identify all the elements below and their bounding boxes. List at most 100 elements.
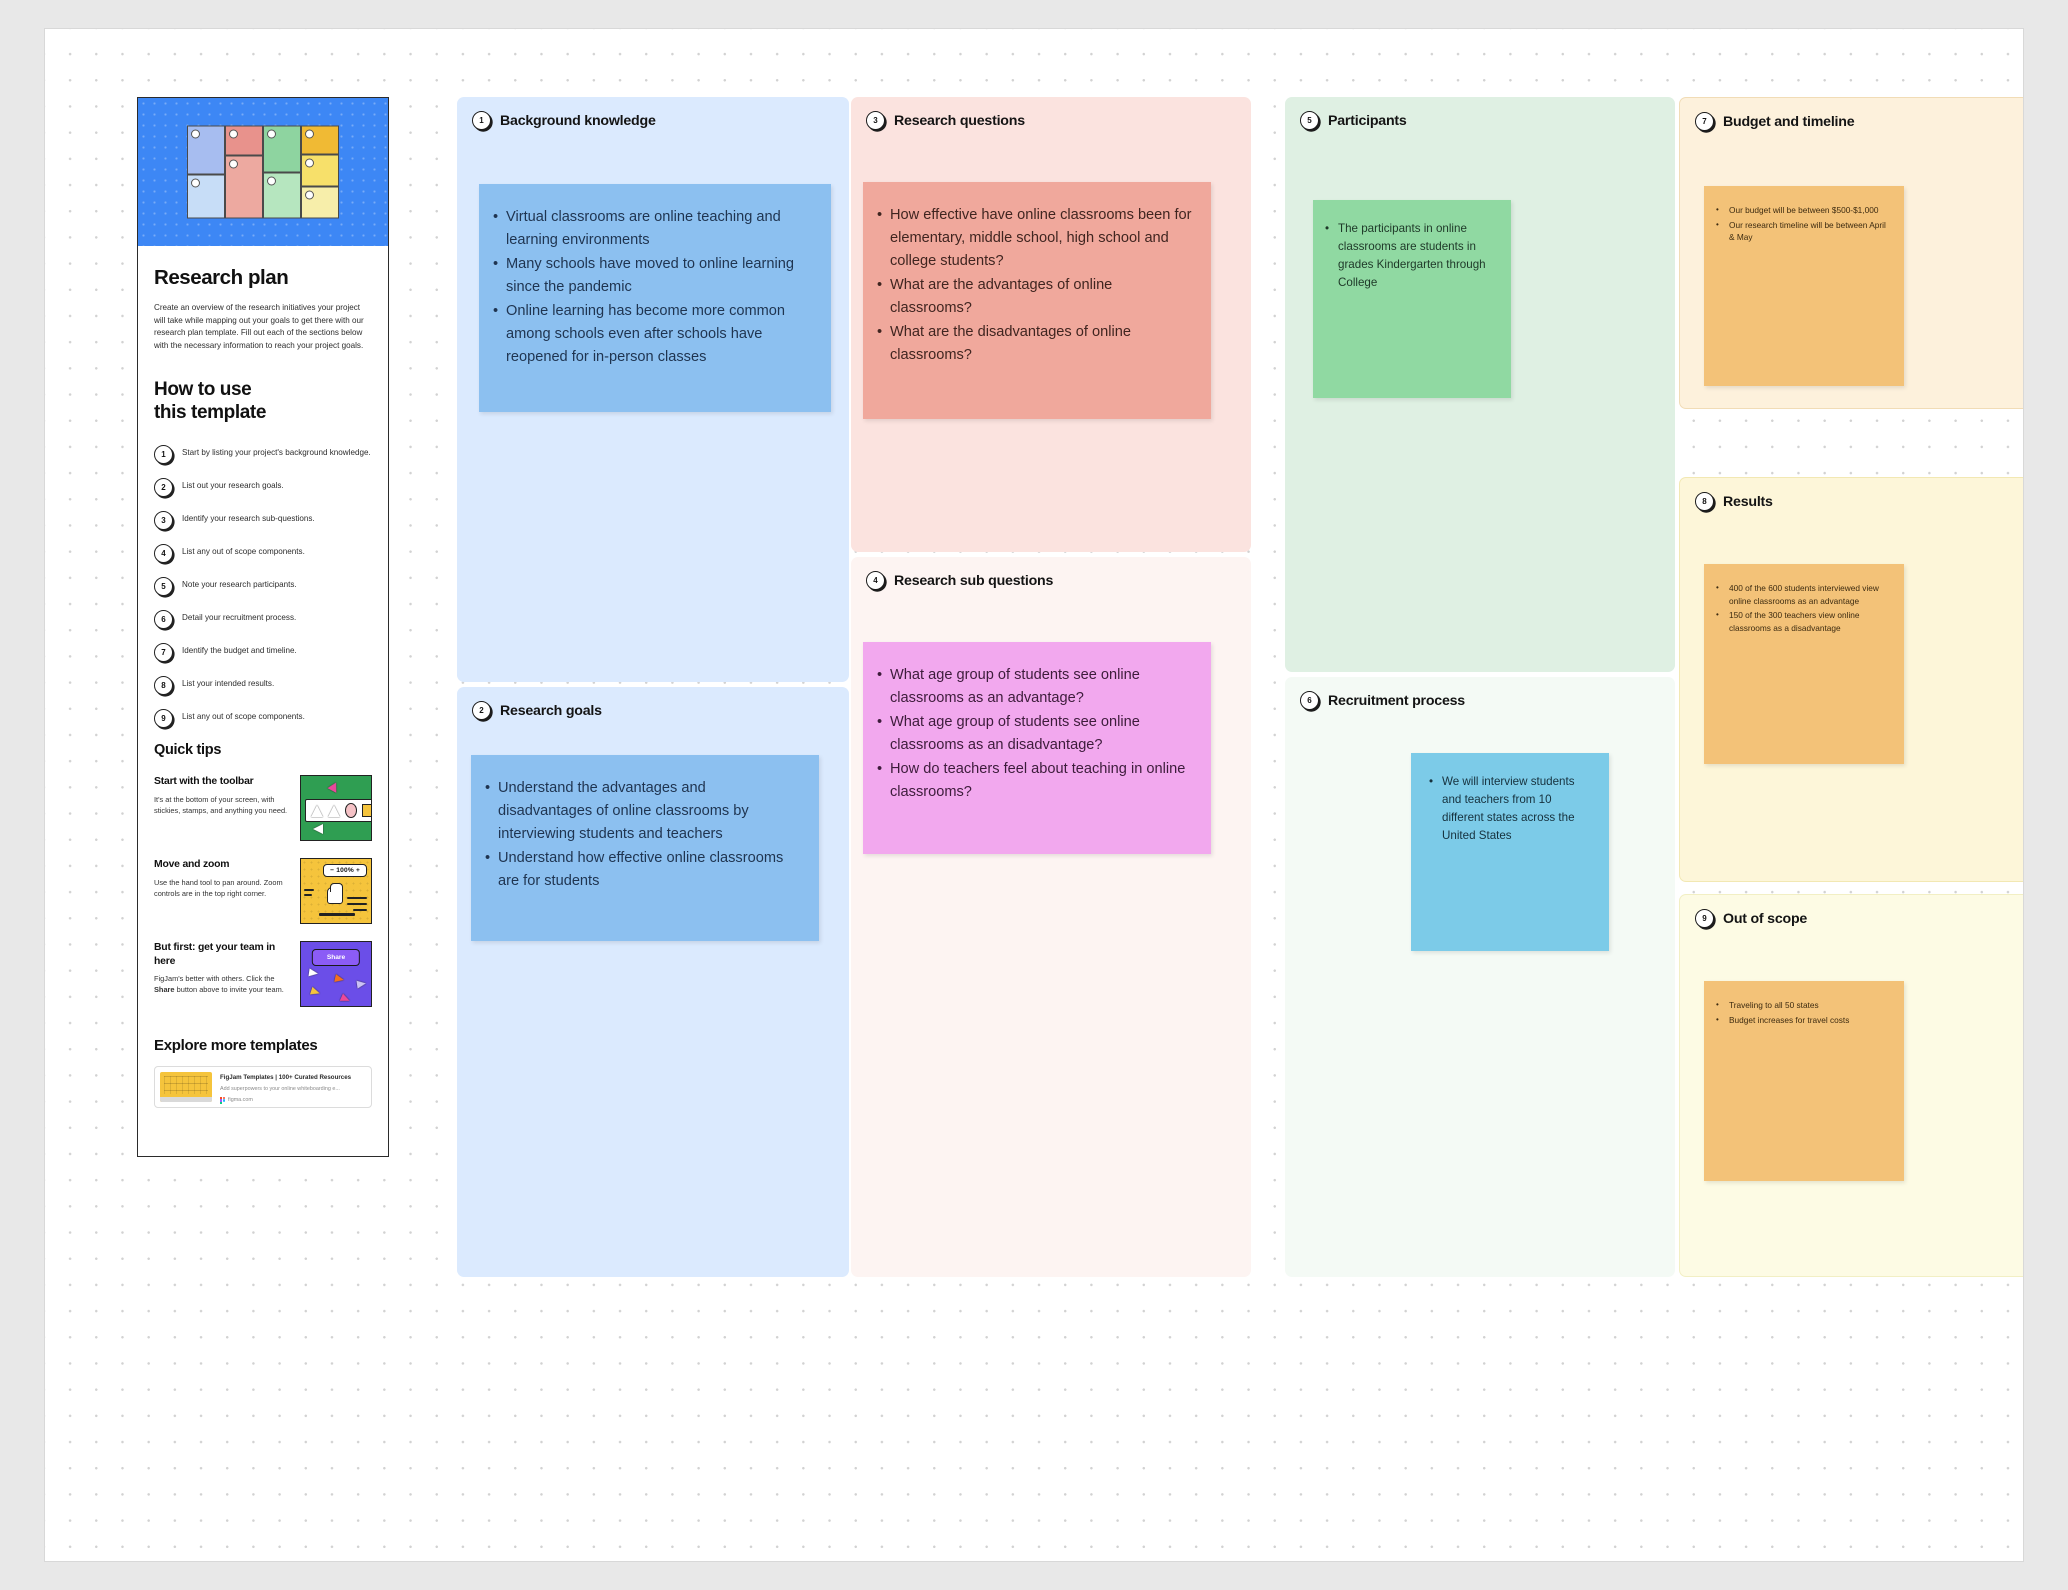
step-label: Identify the budget and timeline. [182,646,297,656]
hero-board-thumbnail [187,125,339,219]
section-research-sub-questions[interactable]: 4 Research sub questions What age group … [851,557,1251,1277]
step-number-badge: 1 [154,445,173,465]
step-item: 5 Note your research participants. [154,576,372,597]
section-research-questions[interactable]: 3 Research questions How effective have … [851,97,1251,552]
note-bullet: How effective have online classrooms bee… [875,204,1195,273]
step-number-badge: 5 [154,577,173,597]
pen-tool-icon [311,804,323,817]
how-to-heading: How to use this template [154,378,372,424]
quick-tip-share: But first: get your team in here FigJam'… [154,941,372,1008]
section-title: Recruitment process [1328,692,1465,709]
section-research-goals[interactable]: 2 Research goals Understand the advantag… [457,687,849,1277]
note-bullet: What age group of students see online cl… [875,664,1195,710]
sticky-note-research-sub-questions[interactable]: What age group of students see online cl… [863,642,1211,854]
cursor-yellow-icon [309,987,322,998]
cursor-white-icon [308,968,319,979]
quick-tip-zoom: Move and zoom Use the hand tool to pan a… [154,858,372,925]
note-bullet: Many schools have moved to online learni… [491,253,811,299]
section-header: 2 Research goals [457,687,849,720]
quick-tips-heading: Quick tips [154,742,222,759]
white-cursor-icon [313,824,323,835]
tip-description: FigJam's better with others. Click the S… [154,973,290,995]
step-item: 2 List out your research goals. [154,477,372,498]
how-to-heading-line1: How to use [154,379,252,401]
how-to-steps-list: 1 Start by listing your project's backgr… [154,444,372,729]
tip-desc-bold: Share [154,985,175,995]
note-bullet: 150 of the 300 teachers view online clas… [1714,609,1890,634]
note-bullet: How do teachers feel about teaching in o… [875,758,1195,804]
sticky-note-recruitment-process[interactable]: We will interview students and teachers … [1411,753,1609,951]
cursor-outline-icon [356,979,367,990]
step-item: 4 List any out of scope components. [154,543,372,564]
sticky-note-participants[interactable]: The participants in online classrooms ar… [1313,200,1511,398]
sticky-note-background-knowledge[interactable]: Virtual classrooms are online teaching a… [479,184,831,412]
toolbar-illustration [300,775,372,842]
template-intro-text: Create an overview of the research initi… [154,303,364,350]
section-recruitment-process[interactable]: 6 Recruitment process We will interview … [1285,677,1675,1277]
step-item: 1 Start by listing your project's backgr… [154,444,372,465]
explore-templates-heading: Explore more templates [154,1037,318,1055]
zoom-level-label: 100% [336,867,354,875]
step-label: List your intended results. [182,679,275,689]
step-label: List any out of scope components. [182,547,305,557]
sticky-note-research-goals[interactable]: Understand the advantages and disadvanta… [471,755,819,941]
section-out-of-scope[interactable]: 9 Out of scope Traveling to all 50 state… [1679,894,2023,1277]
section-participants[interactable]: 5 Participants The participants in onlin… [1285,97,1675,672]
step-number-badge: 8 [154,676,173,696]
section-header: 1 Background knowledge [457,97,849,130]
step-item: 9 List any out of scope components. [154,708,372,729]
section-title: Research questions [894,112,1025,129]
figjam-canvas[interactable]: Research plan Create an overview of the … [44,28,2024,1562]
section-title: Research sub questions [894,572,1054,589]
shape-tool-icon [328,804,340,817]
share-button[interactable]: Share [311,949,361,967]
note-bullet: What are the disadvantages of online cla… [875,321,1195,367]
cursor-orange-icon [334,974,345,985]
section-number-badge: 7 [1695,112,1714,131]
section-header: 4 Research sub questions [851,557,1251,590]
quick-tip-toolbar: Start with the toolbar It's at the botto… [154,775,372,842]
section-header: 5 Participants [1285,97,1675,130]
step-number-badge: 7 [154,643,173,663]
sticky-note-out-of-scope[interactable]: Traveling to all 50 states Budget increa… [1704,981,1904,1181]
step-label: List out your research goals. [182,481,284,491]
section-number-badge: 8 [1695,492,1714,511]
sticky-note-results[interactable]: 400 of the 600 students interviewed view… [1704,564,1904,764]
section-results[interactable]: 8 Results 400 of the 600 students interv… [1679,477,2023,882]
step-label: List any out of scope components. [182,712,305,722]
section-number-badge: 2 [472,701,491,720]
section-background-knowledge[interactable]: 1 Background knowledge Virtual classroom… [457,97,849,682]
tip-description: Use the hand tool to pan around. Zoom co… [154,877,283,898]
step-item: 8 List your intended results. [154,675,372,696]
note-bullet: The participants in online classrooms ar… [1323,220,1497,292]
tip-title: Start with the toolbar [154,776,254,788]
zoom-in-icon: + [355,867,360,875]
template-info-card[interactable]: Research plan Create an overview of the … [137,97,389,1157]
section-number-badge: 6 [1300,691,1319,710]
stamp-tool-icon [345,803,358,819]
note-bullet: Our budget will be between $500-$1,000 [1714,204,1890,217]
section-header: 7 Budget and timeline [1680,98,2023,131]
section-header: 8 Results [1680,478,2023,511]
sticky-note-research-questions[interactable]: How effective have online classrooms bee… [863,182,1211,419]
hand-tool-icon [327,883,343,905]
note-bullet: Virtual classrooms are online teaching a… [491,206,811,252]
note-bullet: Understand how effective online classroo… [483,847,801,893]
sticky-note-budget-and-timeline[interactable]: Our budget will be between $500-$1,000 O… [1704,186,1904,386]
section-number-badge: 4 [866,571,885,590]
section-header: 9 Out of scope [1680,895,2023,928]
note-bullet: What age group of students see online cl… [875,711,1195,757]
zoom-control: − 100% + [323,864,367,878]
section-header: 3 Research questions [851,97,1251,130]
toolbar-strip [305,799,371,823]
section-title: Out of scope [1723,910,1808,927]
tip-title: But first: get your team in here [154,942,276,967]
step-number-badge: 9 [154,709,173,729]
note-bullet: Our research timeline will be between Ap… [1714,219,1890,244]
section-budget-and-timeline[interactable]: 7 Budget and timeline Our budget will be… [1679,97,2023,409]
zoom-illustration: − 100% + [300,858,372,925]
section-title: Budget and timeline [1723,113,1855,130]
template-hero-image [138,98,388,246]
template-link-card[interactable]: FigJam Templates | 100+ Curated Resource… [154,1066,372,1109]
how-to-heading-line2: this template [154,402,266,424]
